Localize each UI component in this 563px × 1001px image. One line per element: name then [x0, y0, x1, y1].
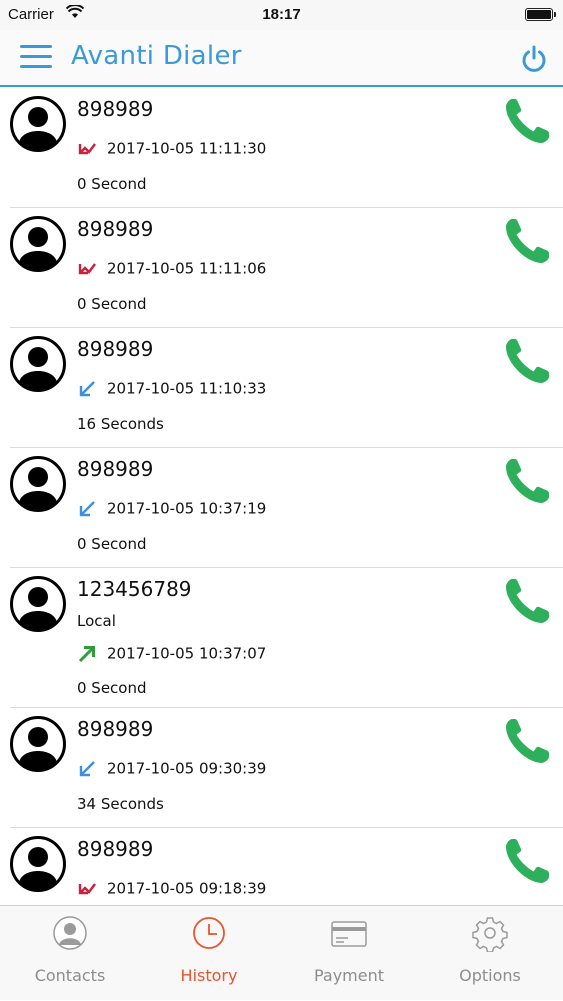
- call-row[interactable]: 898989 2017-10-05 09:18:39: [0, 828, 563, 905]
- caller-number: 898989: [77, 97, 154, 121]
- credit-card-icon: [331, 921, 367, 947]
- call-back-phone-icon[interactable]: [503, 576, 551, 626]
- call-datetime-line: 2017-10-05 10:37:07: [77, 644, 266, 664]
- call-row[interactable]: 898989 2017-10-05 11:10:33 16 Seconds: [0, 328, 563, 448]
- call-datetime-line: 2017-10-05 09:30:39: [77, 759, 266, 779]
- tab-label: Options: [459, 966, 521, 985]
- incoming-call-icon: [77, 379, 97, 399]
- caller-number: 898989: [77, 337, 154, 361]
- call-history-list[interactable]: 898989 2017-10-05 11:11:30 0 Second 898989 2…: [0, 88, 563, 905]
- call-row[interactable]: 898989 2017-10-05 11:11:06 0 Second: [0, 208, 563, 328]
- avatar: [10, 836, 66, 892]
- tab-label: Contacts: [34, 966, 106, 985]
- contacts-icon: [53, 916, 87, 950]
- call-back-phone-icon[interactable]: [503, 216, 551, 266]
- call-duration: 16 Seconds: [77, 415, 164, 433]
- tab-label: History: [180, 966, 238, 985]
- clock-time: 18:17: [262, 6, 301, 23]
- call-row[interactable]: 123456789 Local 2017-10-05 10:37:07 0 Secon…: [0, 568, 563, 708]
- outgoing-call-icon: [77, 644, 97, 664]
- tab-label: Payment: [313, 966, 385, 985]
- avatar: [10, 216, 66, 272]
- call-duration: 0 Second: [77, 175, 147, 193]
- battery-icon: [525, 8, 556, 21]
- caller-number: 898989: [77, 837, 154, 861]
- status-bar: Carrier 18:17: [0, 0, 563, 30]
- call-datetime: 2017-10-05 11:11:06: [107, 259, 267, 278]
- clock-icon: [193, 917, 225, 949]
- caller-number: 898989: [77, 217, 154, 241]
- app-title: Avanti Dialer: [71, 41, 242, 71]
- call-row[interactable]: 898989 2017-10-05 10:37:19 0 Second: [0, 448, 563, 568]
- gear-icon: [472, 917, 508, 952]
- call-datetime: 2017-10-05 10:37:19: [107, 499, 267, 518]
- call-back-phone-icon[interactable]: [503, 336, 551, 386]
- incoming-call-icon: [77, 499, 97, 519]
- incoming-call-icon: [77, 759, 97, 779]
- call-back-phone-icon[interactable]: [503, 716, 551, 766]
- call-datetime: 2017-10-05 11:10:33: [107, 379, 267, 398]
- tab-options[interactable]: Options: [420, 906, 560, 1001]
- tab-payment[interactable]: Payment: [279, 906, 419, 1001]
- call-datetime-line: 2017-10-05 11:11:06: [77, 259, 266, 279]
- call-duration: 0 Second: [77, 535, 147, 553]
- call-duration: 0 Second: [77, 295, 147, 313]
- hamburger-menu-icon[interactable]: [20, 45, 52, 71]
- caller-label: Local: [77, 612, 116, 630]
- call-datetime-line: 2017-10-05 11:10:33: [77, 379, 266, 399]
- call-datetime: 2017-10-05 11:11:30: [107, 139, 267, 158]
- caller-number: 898989: [77, 457, 154, 481]
- avatar: [10, 456, 66, 512]
- caller-number: 898989: [77, 717, 154, 741]
- call-datetime: 2017-10-05 09:18:39: [107, 879, 267, 898]
- call-datetime-line: 2017-10-05 10:37:19: [77, 499, 266, 519]
- call-datetime-line: 2017-10-05 11:11:30: [77, 139, 266, 159]
- avatar: [10, 576, 66, 632]
- tab-history[interactable]: History: [139, 906, 279, 1001]
- power-icon[interactable]: [519, 44, 549, 74]
- call-datetime: 2017-10-05 10:37:07: [107, 644, 267, 663]
- call-datetime: 2017-10-05 09:30:39: [107, 759, 267, 778]
- call-back-phone-icon[interactable]: [503, 836, 551, 886]
- tab-contacts[interactable]: Contacts: [0, 906, 140, 1001]
- call-datetime-line: 2017-10-05 09:18:39: [77, 879, 266, 899]
- call-duration: 0 Second: [77, 679, 147, 697]
- call-back-phone-icon[interactable]: [503, 96, 551, 146]
- missed-call-icon: [77, 139, 97, 159]
- app-header: Avanti Dialer: [0, 30, 563, 87]
- call-row[interactable]: 898989 2017-10-05 11:11:30 0 Second: [0, 88, 563, 208]
- avatar: [10, 336, 66, 392]
- missed-call-icon: [77, 259, 97, 279]
- call-duration: 34 Seconds: [77, 795, 164, 813]
- caller-number: 123456789: [77, 577, 192, 601]
- missed-call-icon: [77, 879, 97, 899]
- tab-bar: Contacts History Payment Options: [0, 905, 563, 1000]
- call-row[interactable]: 898989 2017-10-05 09:30:39 34 Seconds: [0, 708, 563, 828]
- avatar: [10, 716, 66, 772]
- call-back-phone-icon[interactable]: [503, 456, 551, 506]
- avatar: [10, 96, 66, 152]
